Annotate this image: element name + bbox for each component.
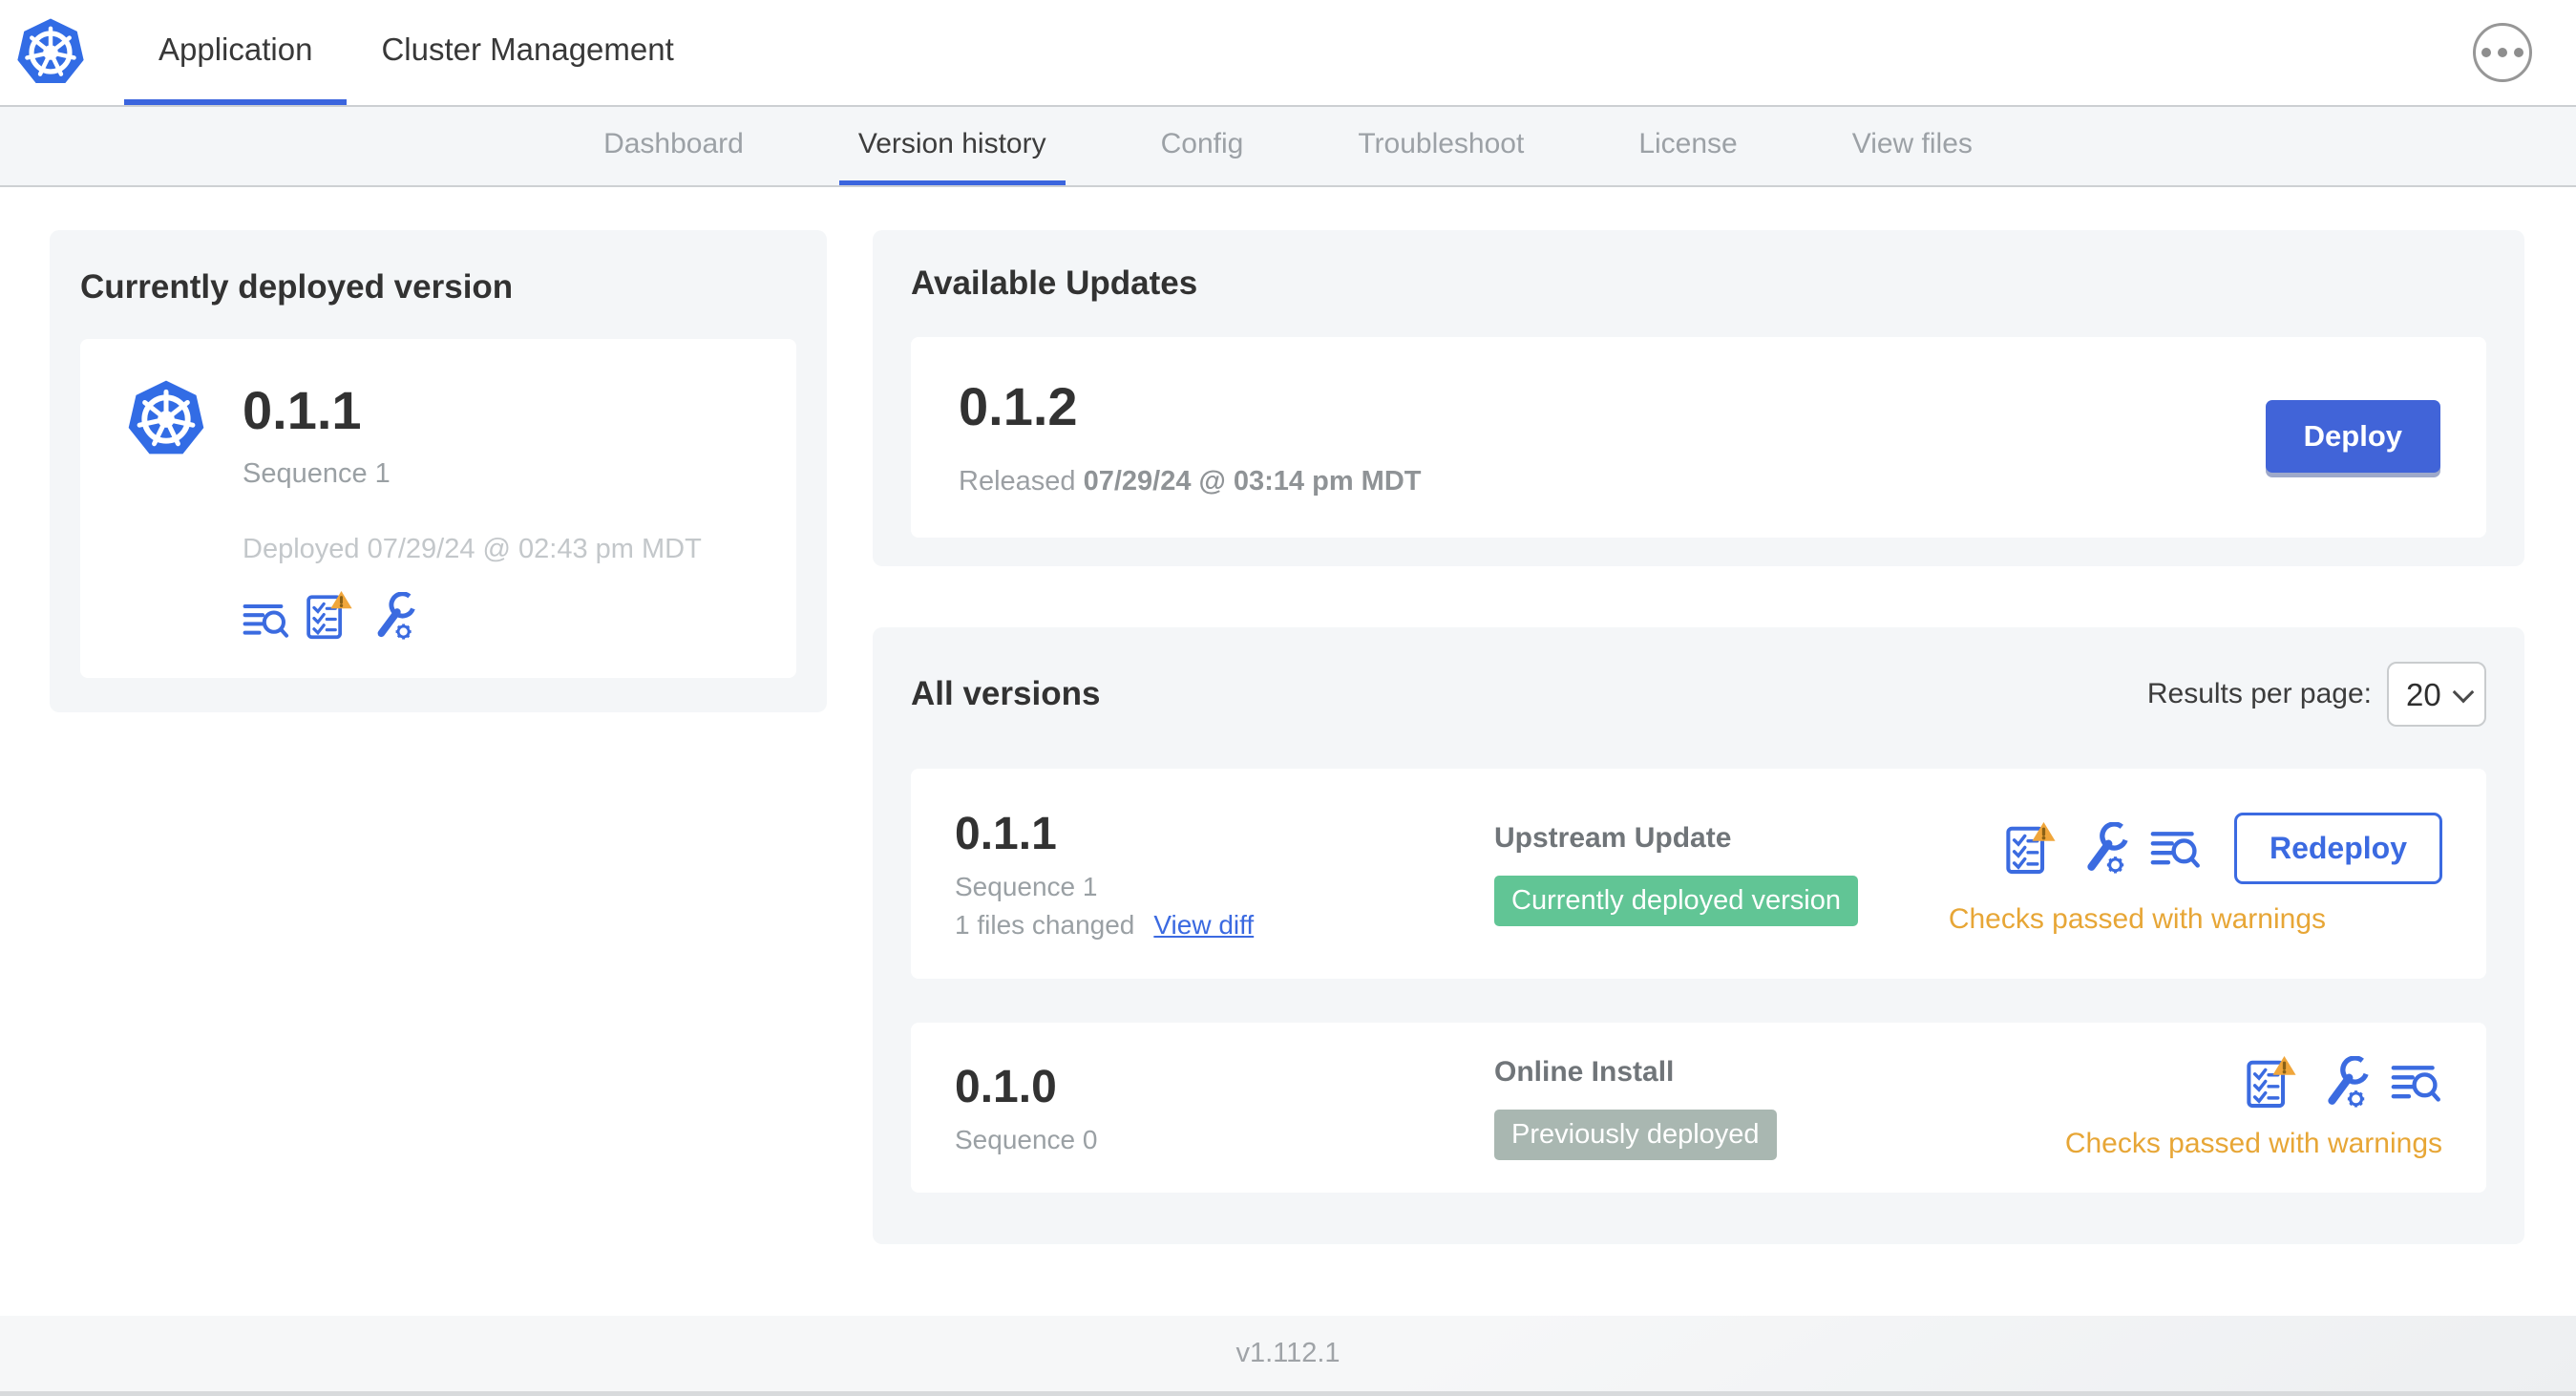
view-diff-logs-icon[interactable] <box>243 600 290 640</box>
current-sequence-label: Sequence 1 <box>243 457 391 489</box>
preflight-checks-warning-icon[interactable] <box>306 589 353 640</box>
current-deployed-timestamp: Deployed 07/29/24 @ 02:43 pm MDT <box>243 533 702 564</box>
tab-version-history[interactable]: Version history <box>838 107 1066 185</box>
kubernetes-icon <box>15 17 86 88</box>
main-content: Currently deployed version 0.1.1 Sequenc… <box>0 187 2576 1244</box>
update-version-number: 0.1.2 <box>959 376 1078 436</box>
currently-deployed-title: Currently deployed version <box>80 268 514 306</box>
all-versions-title: All versions <box>911 675 1101 712</box>
kubernetes-icon <box>126 379 206 459</box>
view-diff-link[interactable]: View diff <box>1153 910 1254 941</box>
version-action-icons: Redeploy <box>2005 812 2442 884</box>
version-source-label: Online Install <box>1494 1055 1675 1088</box>
released-prefix: Released <box>959 466 1076 497</box>
view-diff-logs-icon[interactable] <box>2150 827 2202 870</box>
version-row-info: 0.1.1 Sequence 1 1 files changed View di… <box>955 808 1494 941</box>
top-navbar: Application Cluster Management <box>0 0 2576 107</box>
secondary-tabs: Dashboard Version history Config Trouble… <box>0 107 2576 187</box>
kubernetes-logo <box>15 0 86 105</box>
config-wrench-icon[interactable] <box>2318 1056 2370 1108</box>
ellipsis-icon <box>2498 48 2507 57</box>
version-row-info: 0.1.0 Sequence 0 <box>955 1061 1494 1155</box>
version-source-label: Upstream Update <box>1494 821 1732 854</box>
deploy-button[interactable]: Deploy <box>2265 400 2440 473</box>
preflight-status-link[interactable]: Checks passed with warnings <box>2065 1128 2442 1160</box>
preflight-status-link[interactable]: Checks passed with warnings <box>1949 903 2326 936</box>
available-updates-panel: Available Updates 0.1.2 Released 07/29/2… <box>873 230 2524 566</box>
right-column: Available Updates 0.1.2 Released 07/29/2… <box>873 230 2524 1244</box>
current-version-info: 0.1.1 Sequence 1 Deployed 07/29/24 @ 02:… <box>243 379 702 640</box>
currently-deployed-panel: Currently deployed version 0.1.1 Sequenc… <box>50 230 827 712</box>
all-versions-header: All versions Results per page: 20 <box>911 662 2486 727</box>
currently-deployed-card: 0.1.1 Sequence 1 Deployed 07/29/24 @ 02:… <box>80 339 796 678</box>
results-per-page: Results per page: 20 <box>2147 662 2486 727</box>
files-changed-label: 1 files changed <box>955 909 1135 940</box>
preflight-checks-warning-icon[interactable] <box>2246 1055 2297 1109</box>
more-options-button[interactable] <box>2473 23 2532 82</box>
tab-view-files[interactable]: View files <box>1833 107 1992 185</box>
available-update-card: 0.1.2 Released 07/29/24 @ 03:14 pm MDT D… <box>911 337 2486 538</box>
all-versions-panel: All versions Results per page: 20 0.1.1 … <box>873 627 2524 1244</box>
ellipsis-icon <box>2481 48 2491 57</box>
files-changed-row: 1 files changed View diff <box>955 910 1494 941</box>
version-row-actions: Checks passed with warnings <box>2065 1055 2442 1160</box>
results-per-page-select-wrap: 20 <box>2387 662 2486 727</box>
results-per-page-label: Results per page: <box>2146 678 2372 709</box>
released-date: 07/29/24 @ 03:14 pm MDT <box>1083 466 1422 497</box>
version-sequence: Sequence 1 <box>955 871 1098 901</box>
version-row: 0.1.0 Sequence 0 Online Install Previous… <box>911 1023 2486 1193</box>
tab-troubleshoot[interactable]: Troubleshoot <box>1339 107 1543 185</box>
update-info: 0.1.2 Released 07/29/24 @ 03:14 pm MDT <box>959 375 1421 497</box>
version-row-actions: Redeploy Checks passed with warnings <box>1949 812 2442 936</box>
config-wrench-icon[interactable] <box>2078 822 2129 874</box>
version-number: 0.1.0 <box>955 1061 1057 1112</box>
update-released-timestamp: Released 07/29/24 @ 03:14 pm MDT <box>959 466 1421 497</box>
version-action-icons <box>2246 1055 2442 1109</box>
tab-application[interactable]: Application <box>124 0 348 105</box>
version-row-middle: Online Install Previously deployed <box>1494 1056 2065 1160</box>
config-wrench-icon[interactable] <box>369 592 416 640</box>
ellipsis-icon <box>2514 48 2523 57</box>
version-row-middle: Upstream Update Currently deployed versi… <box>1494 822 1949 926</box>
version-row: 0.1.1 Sequence 1 1 files changed View di… <box>911 769 2486 979</box>
redeploy-button[interactable]: Redeploy <box>2233 812 2442 884</box>
tab-license[interactable]: License <box>1619 107 1756 185</box>
topbar-right <box>2473 0 2576 105</box>
view-diff-logs-icon[interactable] <box>2391 1061 2442 1104</box>
version-sequence: Sequence 0 <box>955 1124 1098 1154</box>
tab-cluster-management[interactable]: Cluster Management <box>347 0 707 105</box>
currently-deployed-badge: Currently deployed version <box>1494 875 1858 926</box>
current-version-actions <box>243 589 702 640</box>
previously-deployed-badge: Previously deployed <box>1494 1109 1777 1160</box>
preflight-checks-warning-icon[interactable] <box>2005 821 2057 875</box>
console-version-label: v1.112.1 <box>1235 1338 1341 1368</box>
current-version-number: 0.1.1 <box>243 380 362 440</box>
footer: v1.112.1 <box>0 1316 2576 1396</box>
tab-config[interactable]: Config <box>1142 107 1263 185</box>
app-icon <box>126 379 206 640</box>
tab-dashboard[interactable]: Dashboard <box>584 107 763 185</box>
version-number: 0.1.1 <box>955 808 1057 859</box>
results-per-page-select[interactable]: 20 <box>2387 662 2486 727</box>
primary-tabs: Application Cluster Management <box>124 0 708 105</box>
available-updates-title: Available Updates <box>911 264 1198 302</box>
